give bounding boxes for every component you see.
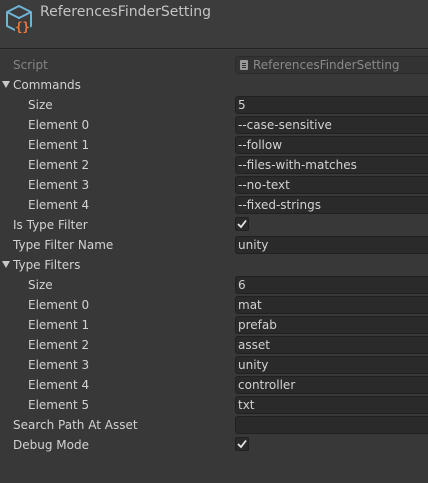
foldout-expanded-icon[interactable] xyxy=(2,81,10,88)
type-filter-name-row: Type Filter Name unity xyxy=(0,235,428,255)
type-filters-element-input[interactable]: unity xyxy=(235,356,428,374)
type-filters-foldout[interactable]: Type Filters xyxy=(0,255,428,275)
type-filters-size-label: Size xyxy=(28,278,53,292)
type-filters-element-label: Element 1 xyxy=(28,318,90,332)
svg-text:{}: {} xyxy=(15,20,29,34)
type-filters-size-row: Size 6 xyxy=(0,275,428,295)
commands-element-label: Element 2 xyxy=(28,158,90,172)
type-filters-element-label: Element 2 xyxy=(28,338,90,352)
commands-element-input[interactable]: --fixed-strings xyxy=(235,196,428,214)
commands-foldout[interactable]: Commands xyxy=(0,75,428,95)
is-type-filter-row: Is Type Filter xyxy=(0,215,428,235)
foldout-expanded-icon[interactable] xyxy=(2,261,10,268)
commands-size-label: Size xyxy=(28,98,53,112)
commands-size-input[interactable]: 5 xyxy=(235,96,428,114)
search-path-row: Search Path At Asset xyxy=(0,415,428,435)
commands-element-label: Element 1 xyxy=(28,138,90,152)
type-filters-element-row: Element 0 mat xyxy=(0,295,428,315)
commands-element-row: Element 3 --no-text xyxy=(0,175,428,195)
type-filters-element-label: Element 0 xyxy=(28,298,90,312)
commands-label: Commands xyxy=(13,78,81,92)
debug-mode-label: Debug Mode xyxy=(13,438,89,452)
type-filters-element-row: Element 3 unity xyxy=(0,355,428,375)
inspector-header: {} ReferencesFinderSetting xyxy=(0,0,428,50)
type-filter-name-label: Type Filter Name xyxy=(13,238,114,252)
type-filters-element-row: Element 4 controller xyxy=(0,375,428,395)
type-filters-element-row: Element 5 txt xyxy=(0,395,428,415)
type-filters-element-row: Element 2 asset xyxy=(0,335,428,355)
type-filters-label: Type Filters xyxy=(13,258,81,272)
type-filters-element-input[interactable]: asset xyxy=(235,336,428,354)
script-object-field[interactable]: ReferencesFinderSetting xyxy=(235,56,428,74)
commands-element-label: Element 4 xyxy=(28,198,90,212)
type-filters-element-input[interactable]: controller xyxy=(235,376,428,394)
commands-element-input[interactable]: --no-text xyxy=(235,176,428,194)
search-path-label: Search Path At Asset xyxy=(13,418,138,432)
commands-element-row: Element 0 --case-sensitive xyxy=(0,115,428,135)
commands-size-row: Size 5 xyxy=(0,95,428,115)
commands-element-input[interactable]: --follow xyxy=(235,136,428,154)
type-filters-element-row: Element 1 prefab xyxy=(0,315,428,335)
script-object-value: ReferencesFinderSetting xyxy=(253,58,400,72)
script-file-icon xyxy=(240,60,248,70)
inspector-fields: Script ReferencesFinderSetting Commands … xyxy=(0,55,428,455)
commands-element-label: Element 0 xyxy=(28,118,90,132)
search-path-input[interactable] xyxy=(235,416,428,434)
commands-element-row: Element 1 --follow xyxy=(0,135,428,155)
commands-element-row: Element 2 --files-with-matches xyxy=(0,155,428,175)
type-filters-size-input[interactable]: 6 xyxy=(235,276,428,294)
debug-mode-row: Debug Mode xyxy=(0,435,428,455)
checkmark-icon xyxy=(237,439,247,449)
commands-element-label: Element 3 xyxy=(28,178,90,192)
commands-element-input[interactable]: --case-sensitive xyxy=(235,116,428,134)
type-filters-element-label: Element 3 xyxy=(28,358,90,372)
type-filters-element-input[interactable]: prefab xyxy=(235,316,428,334)
script-row: Script ReferencesFinderSetting xyxy=(0,55,428,75)
type-filter-name-input[interactable]: unity xyxy=(235,236,428,254)
commands-element-input[interactable]: --files-with-matches xyxy=(235,156,428,174)
script-asset-icon: {} xyxy=(6,5,32,34)
inspector-window: {} ReferencesFinderSetting Script Refere… xyxy=(0,0,428,483)
is-type-filter-label: Is Type Filter xyxy=(13,218,88,232)
commands-element-row: Element 4 --fixed-strings xyxy=(0,195,428,215)
type-filters-element-label: Element 4 xyxy=(28,378,90,392)
type-filters-element-input[interactable]: mat xyxy=(235,296,428,314)
is-type-filter-checkbox[interactable] xyxy=(235,217,249,231)
type-filters-element-label: Element 5 xyxy=(28,398,90,412)
type-filters-element-input[interactable]: txt xyxy=(235,396,428,414)
script-label: Script xyxy=(13,58,48,72)
header-divider xyxy=(0,48,428,49)
checkmark-icon xyxy=(237,219,247,229)
inspector-title: ReferencesFinderSetting xyxy=(40,4,211,20)
debug-mode-checkbox[interactable] xyxy=(235,437,249,451)
